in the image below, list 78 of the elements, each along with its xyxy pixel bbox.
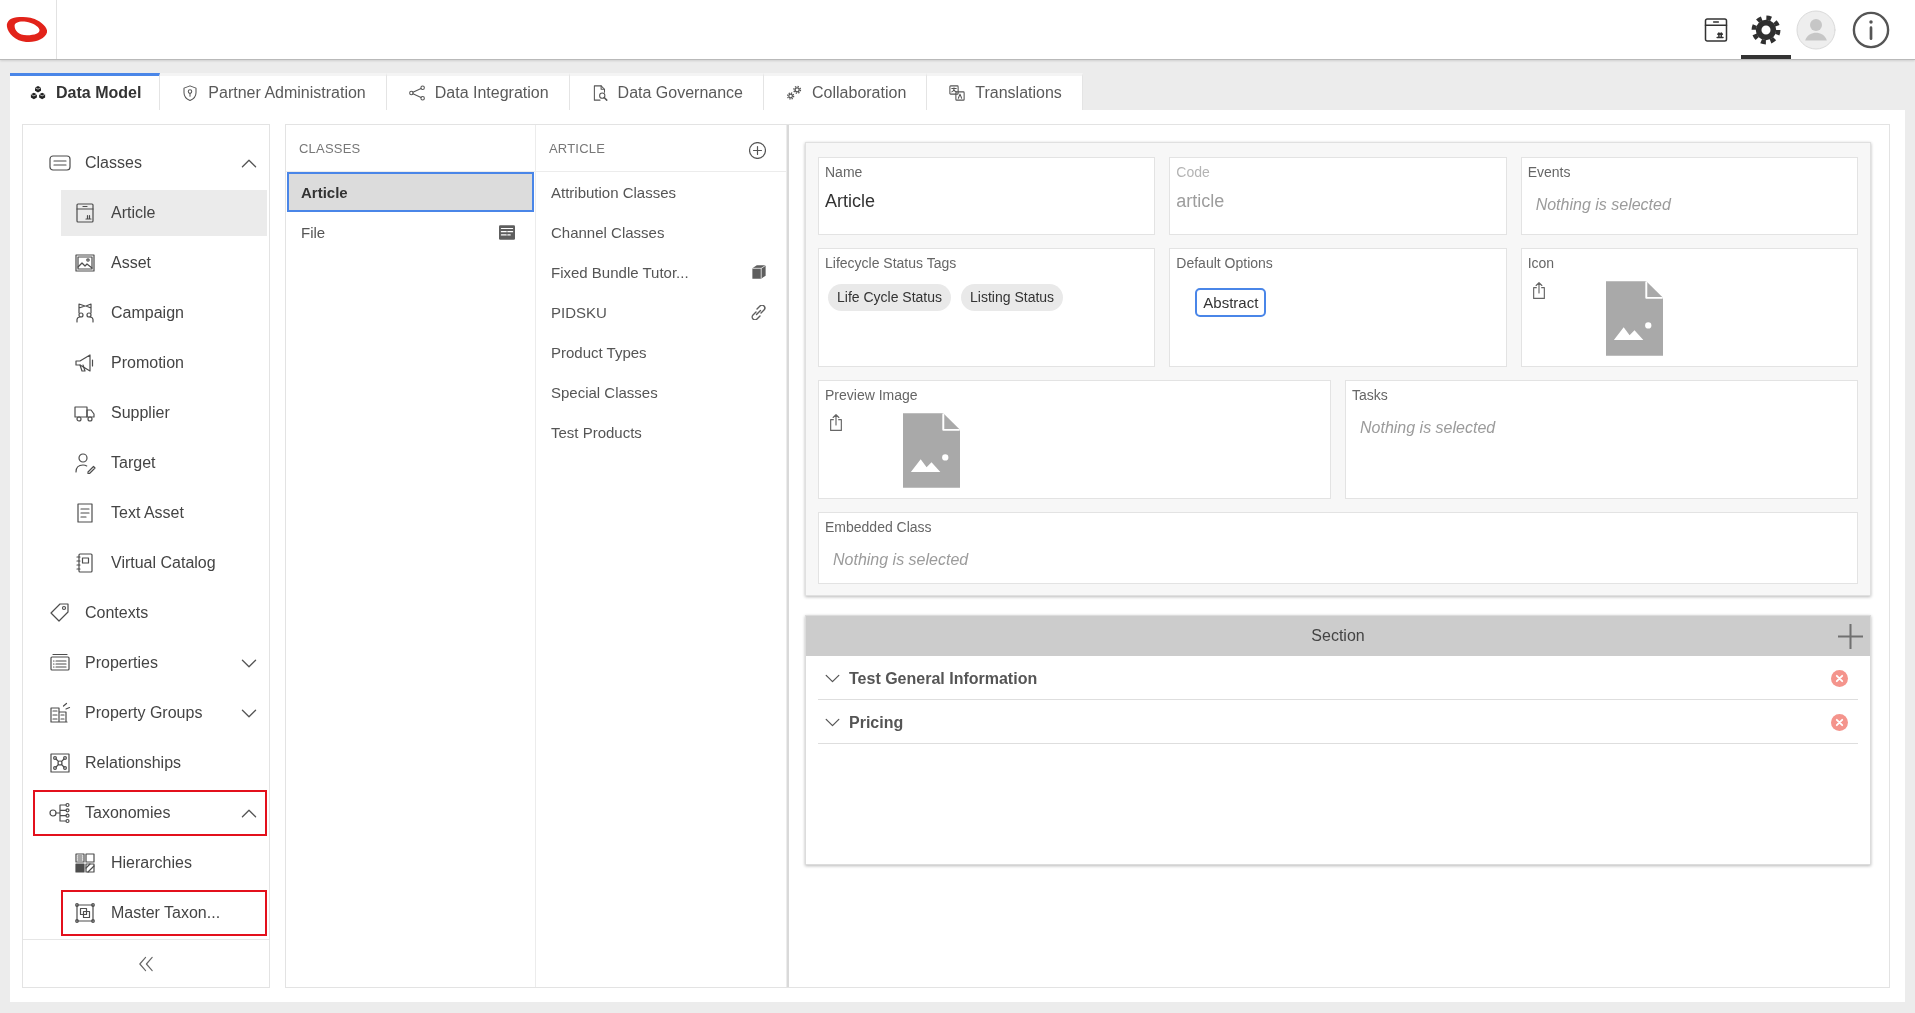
upload-icon[interactable] xyxy=(1531,282,1546,299)
sidebar-item[interactable]: Asset xyxy=(61,240,267,286)
form-icon xyxy=(499,224,515,240)
status-tag: Listing Status xyxy=(961,284,1064,311)
tab[interactable]: Data Governance xyxy=(569,73,764,110)
list-item[interactable]: Product Types xyxy=(537,332,785,372)
people-flags-icon xyxy=(73,301,97,325)
field-label: Name xyxy=(825,164,863,181)
add-icon[interactable] xyxy=(1838,623,1863,649)
sidebar-item[interactable]: Master Taxon... xyxy=(61,890,267,936)
list-item[interactable]: Channel Classes xyxy=(537,212,785,252)
list-item[interactable]: PIDSKU xyxy=(537,292,785,332)
image-file-icon xyxy=(903,413,960,488)
tab[interactable]: Partner Administration xyxy=(160,73,387,110)
avatar-icon xyxy=(1796,9,1836,50)
overlapping-squares-icon xyxy=(73,901,97,925)
field-label: Lifecycle Status Tags xyxy=(825,255,957,272)
sidebar-item[interactable]: Taxonomies xyxy=(33,790,267,836)
field-label: Default Options xyxy=(1176,255,1273,272)
option-toggle[interactable]: Abstract xyxy=(1195,288,1267,317)
accordion-header[interactable]: Test General Information xyxy=(818,656,1858,700)
sidebar-item[interactable]: Article xyxy=(61,190,267,236)
package-icon xyxy=(73,201,97,225)
add-icon[interactable] xyxy=(749,141,766,159)
tab[interactable]: Data Integration xyxy=(386,73,570,110)
logo-icon[interactable] xyxy=(6,16,48,43)
double-chevron-icon[interactable] xyxy=(139,955,153,972)
tab[interactable]: Translations xyxy=(927,73,1083,110)
package-icon xyxy=(1702,15,1730,44)
sidebar-item[interactable]: Classes xyxy=(33,140,267,186)
network-icon xyxy=(48,751,72,775)
list-item[interactable]: Article xyxy=(287,172,534,212)
gears-icon xyxy=(785,84,803,102)
column-header: ARTICLE xyxy=(549,140,606,156)
translate-icon xyxy=(948,84,967,102)
link-icon xyxy=(751,304,766,320)
field-label: Tasks xyxy=(1352,387,1388,404)
share-nodes-icon xyxy=(407,84,426,102)
image-file-icon xyxy=(1605,281,1663,356)
sidebar-item[interactable]: Campaign xyxy=(61,290,267,336)
list-item[interactable]: Test Products xyxy=(537,412,785,452)
field-label: Icon xyxy=(1527,255,1555,272)
sidebar-item[interactable]: Supplier xyxy=(61,390,267,436)
column-header: CLASSES xyxy=(299,140,361,156)
status-tag: Life Cycle Status xyxy=(828,284,952,311)
field-label: Events xyxy=(1527,164,1571,181)
sidebar-item[interactable]: Promotion xyxy=(61,340,267,386)
info-icon xyxy=(1852,10,1890,49)
sidebar-item[interactable]: Text Asset xyxy=(61,490,267,536)
accordion-header[interactable]: Pricing xyxy=(818,700,1858,744)
list-item[interactable]: Attribution Classes xyxy=(537,172,785,212)
list-item[interactable]: File xyxy=(287,212,534,252)
sidebar-item[interactable]: Properties xyxy=(33,640,267,686)
sidebar-item[interactable]: Hierarchies xyxy=(61,840,267,886)
text-input[interactable]: Article xyxy=(825,189,875,213)
user-edit-icon xyxy=(73,451,97,475)
cubes-icon xyxy=(29,84,47,102)
field-value: article xyxy=(1176,190,1225,213)
tab[interactable]: Collaboration xyxy=(764,73,928,110)
field-label: Preview Image xyxy=(825,387,918,404)
field-label: Code xyxy=(1176,164,1210,181)
field-label: Embedded Class xyxy=(825,519,932,536)
list-item[interactable]: Special Classes xyxy=(537,372,785,412)
list-item[interactable]: Fixed Bundle Tutor... xyxy=(537,252,785,292)
grid-icon xyxy=(73,851,97,875)
sidebar-item[interactable]: Virtual Catalog xyxy=(61,540,267,586)
tab[interactable]: Data Model xyxy=(10,73,161,110)
sidebar-item[interactable]: Relationships xyxy=(33,740,267,786)
sidebar-item[interactable]: Contexts xyxy=(33,590,267,636)
sidebar-item[interactable]: Property Groups xyxy=(33,690,267,736)
box-icon xyxy=(752,265,766,279)
building-blocks-icon xyxy=(48,701,72,725)
image-icon xyxy=(73,251,97,275)
tree-nodes-icon xyxy=(48,801,72,825)
shield-icon xyxy=(181,84,200,102)
section-title: Section xyxy=(1311,627,1365,645)
sidebar-item[interactable]: Target xyxy=(61,440,267,486)
upload-icon[interactable] xyxy=(829,414,843,431)
